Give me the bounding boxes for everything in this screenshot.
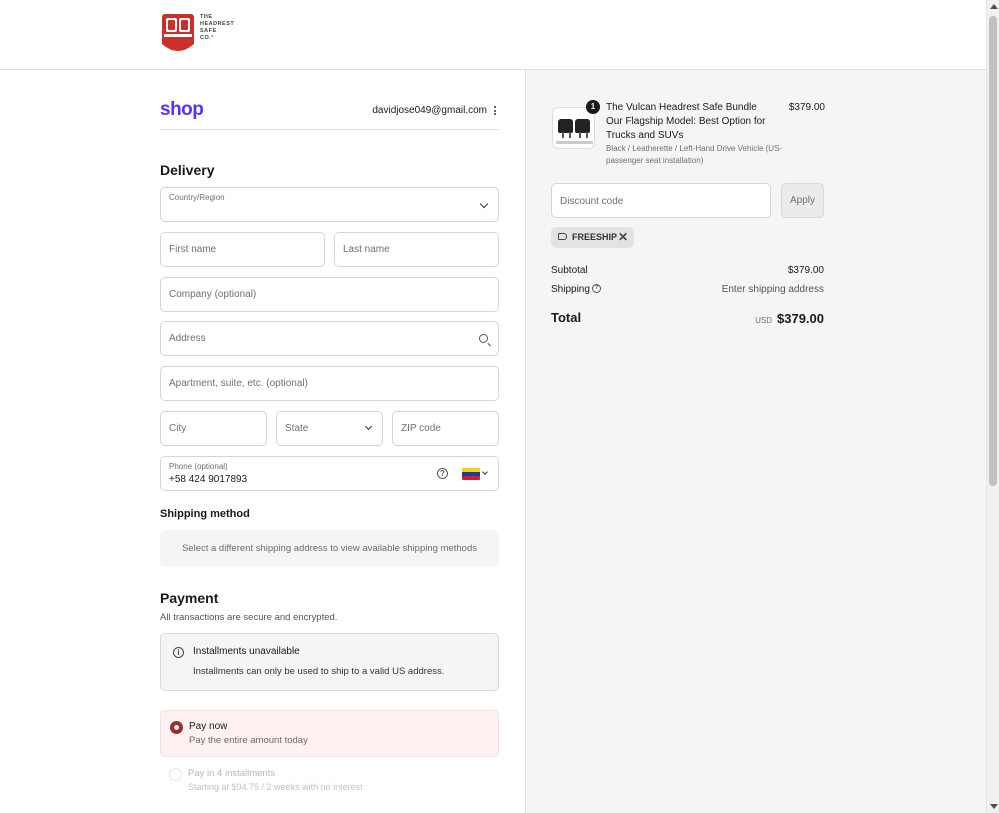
- payment-subtitle: All transactions are secure and encrypte…: [160, 612, 338, 623]
- shipping-method-notice: Select a different shipping address to v…: [160, 530, 499, 567]
- discount-code-input[interactable]: Discount code: [551, 183, 771, 218]
- phone-value: +58 424 9017893: [169, 474, 248, 485]
- chevron-down-icon: [364, 422, 373, 431]
- installments-text: Installments can only be used to ship to…: [193, 666, 445, 677]
- shipping-label: Shipping: [551, 284, 590, 295]
- brand-name: THE HEADREST SAFE CO.°: [200, 14, 235, 41]
- scrollbar-thumb[interactable]: [989, 16, 997, 486]
- brand-logo[interactable]: THE HEADREST SAFE CO.°: [161, 12, 251, 57]
- shop-account-bar: shop davidjose049@gmail.com: [160, 97, 499, 130]
- chevron-down-icon: [479, 199, 489, 209]
- phone-field[interactable]: Phone (optional) +58 424 9017893 ?: [160, 456, 499, 491]
- shipping-help-icon[interactable]: ?: [592, 284, 601, 293]
- radio-selected[interactable]: [170, 721, 183, 734]
- shipping-method-heading: Shipping method: [160, 508, 250, 520]
- product-title: The Vulcan Headrest Safe Bundle Our Flag…: [606, 102, 766, 141]
- chevron-down-icon[interactable]: [482, 469, 488, 475]
- installments-option-title: Pay in 4 installments: [188, 768, 276, 779]
- help-icon[interactable]: ?: [437, 468, 448, 479]
- pay-now-subtitle: Pay the entire amount today: [189, 735, 308, 746]
- apartment-field[interactable]: Apartment, suite, etc. (optional): [160, 366, 499, 401]
- cart-line-item: 1 The Vulcan Headrest Safe Bundle Our Fl…: [552, 100, 825, 167]
- remove-discount-icon[interactable]: ✕: [618, 230, 628, 244]
- quantity-badge: 1: [586, 100, 600, 114]
- search-icon: [479, 334, 488, 343]
- total-label: Total: [551, 310, 582, 325]
- product-price: $379.00: [788, 102, 825, 113]
- currency-code: USD: [755, 316, 772, 325]
- pay-in-installments-option: Pay in 4 installments Starting at $94.75…: [160, 760, 499, 800]
- country-region-select[interactable]: Country/Region: [160, 187, 499, 222]
- more-options-icon[interactable]: [494, 106, 497, 116]
- installments-option-subtitle: Starting at $94.75 / 2 weeks with no int…: [188, 782, 363, 792]
- order-summary-panel: 1 The Vulcan Headrest Safe Bundle Our Fl…: [525, 70, 986, 813]
- account-email: davidjose049@gmail.com: [372, 105, 487, 116]
- tag-icon: [558, 233, 567, 240]
- total-row: USD $379.00: [755, 311, 824, 326]
- delivery-heading: Delivery: [160, 162, 215, 178]
- pay-now-option[interactable]: Pay now Pay the entire amount today: [160, 710, 499, 757]
- scroll-down-icon[interactable]: [990, 804, 998, 809]
- scroll-up-icon[interactable]: [990, 4, 998, 9]
- discount-tag-label: FREESHIP: [572, 232, 618, 242]
- apply-discount-button[interactable]: Apply: [781, 183, 824, 218]
- payment-heading: Payment: [160, 590, 219, 606]
- product-thumbnail: [552, 107, 595, 149]
- subtotal-value: $379.00: [787, 265, 824, 276]
- shield-logo-icon: [162, 14, 194, 51]
- radio-unselected: [169, 768, 182, 781]
- zip-code-field[interactable]: ZIP code: [392, 411, 499, 446]
- pay-now-title: Pay now: [189, 721, 228, 732]
- headrest-icon: [558, 119, 573, 133]
- installments-notice: i Installments unavailable Installments …: [160, 633, 499, 691]
- state-select[interactable]: State: [276, 411, 383, 446]
- company-field[interactable]: Company (optional): [160, 277, 499, 312]
- discount-tag: FREESHIP ✕: [551, 227, 634, 248]
- venezuela-flag-icon[interactable]: [462, 468, 480, 480]
- shipping-value: Enter shipping address: [721, 284, 824, 295]
- headrest-icon: [575, 119, 590, 133]
- site-header: THE HEADREST SAFE CO.°: [0, 0, 986, 70]
- total-value: $379.00: [777, 311, 824, 326]
- info-icon: i: [173, 647, 184, 658]
- page-scrollbar[interactable]: [986, 0, 999, 813]
- address-field[interactable]: Address: [160, 321, 499, 356]
- shop-pay-logo: shop: [160, 99, 204, 120]
- subtotal-label: Subtotal: [551, 265, 588, 276]
- last-name-field[interactable]: Last name: [334, 232, 499, 267]
- installments-title: Installments unavailable: [193, 646, 300, 657]
- city-field[interactable]: City: [160, 411, 267, 446]
- product-variant: Black / Leatherette / Left-Hand Drive Ve…: [606, 144, 783, 165]
- first-name-field[interactable]: First name: [160, 232, 325, 267]
